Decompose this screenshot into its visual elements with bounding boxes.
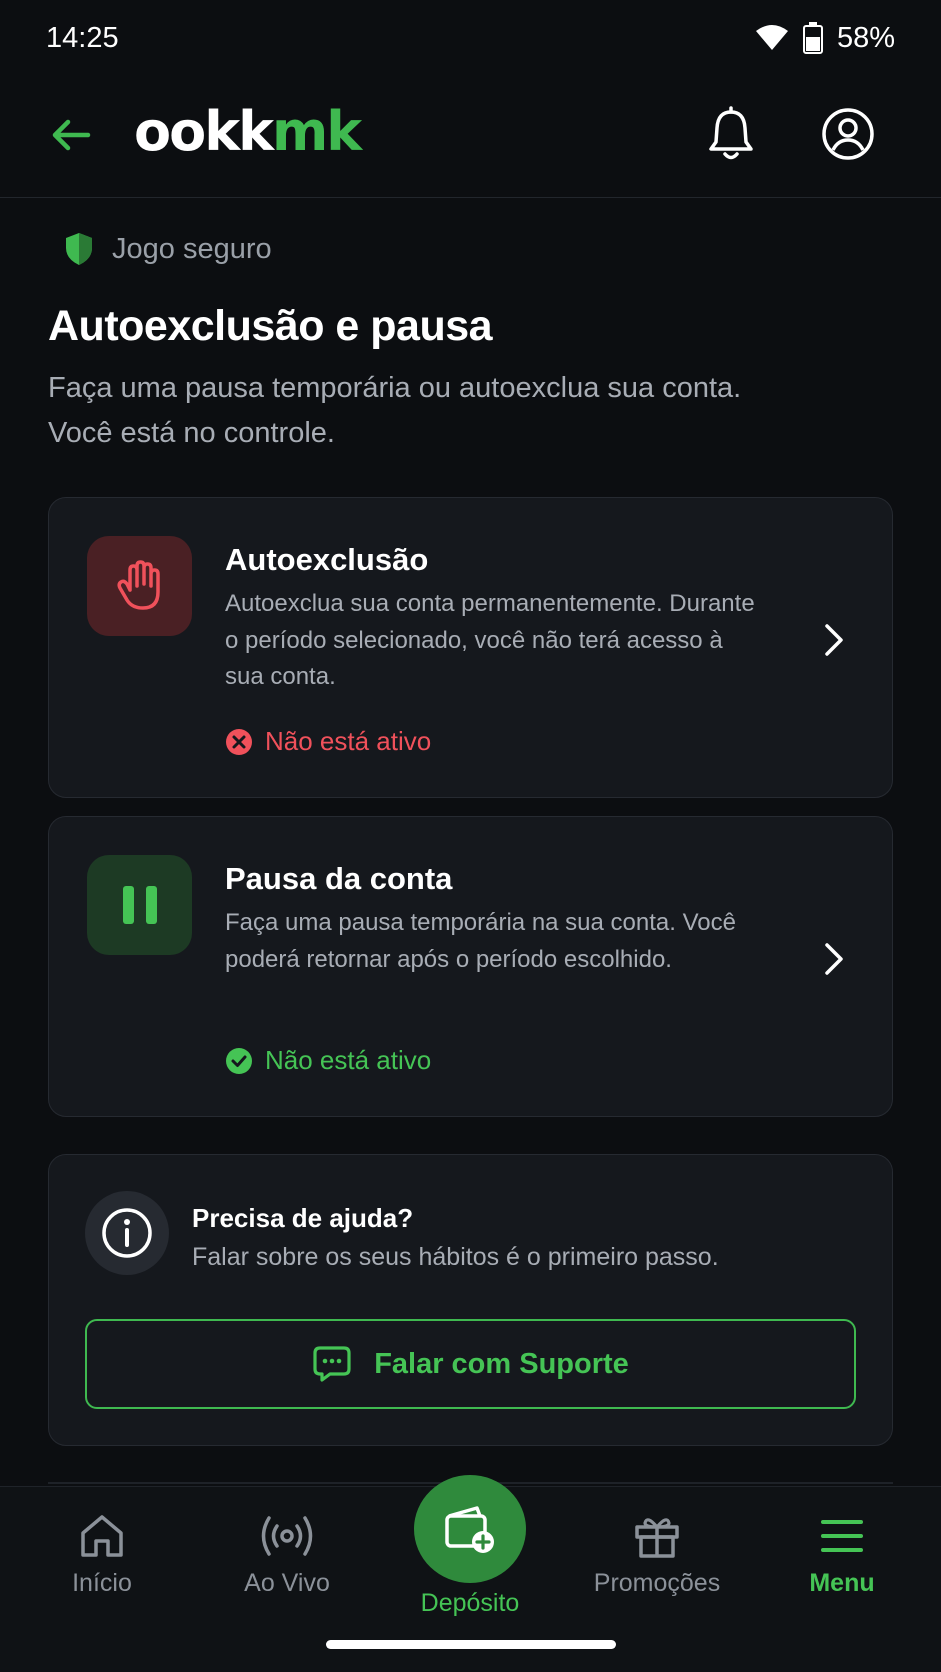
check-circle-icon (226, 1047, 252, 1074)
contact-support-button[interactable]: Falar com Suporte (85, 1319, 856, 1409)
home-icon (81, 1515, 123, 1557)
help-card: Precisa de ajuda? Falar sobre os seus há… (48, 1154, 893, 1446)
breadcrumb-label: Jogo seguro (112, 232, 272, 265)
account-pause-card[interactable]: Pausa da conta Faça uma pausa temporária… (48, 816, 893, 1117)
nav-item-live[interactable]: Ao Vivo (207, 1513, 367, 1598)
status-bar: 14:25 58% (0, 0, 941, 76)
x-circle-icon (226, 728, 252, 755)
help-text: Falar sobre os seus hábitos é o primeiro… (192, 1243, 719, 1271)
account-pause-status-label: Não está ativo (265, 1045, 432, 1075)
battery-percent: 58% (836, 21, 895, 54)
deposit-button[interactable] (414, 1475, 526, 1583)
battery-icon (802, 22, 823, 54)
chat-bubble-icon (313, 1346, 351, 1382)
gift-icon (635, 1518, 679, 1558)
help-title: Precisa de ajuda? (192, 1203, 414, 1233)
account-pause-description: Faça uma pausa temporária na sua conta. … (225, 909, 736, 973)
nav-label-live: Ao Vivo (244, 1569, 330, 1597)
hand-stop-icon (116, 560, 160, 610)
page-title: Autoexclusão e pausa (48, 302, 493, 350)
info-icon (102, 1208, 152, 1258)
menu-icon (821, 1520, 863, 1552)
logo-text-white: ookk (134, 100, 274, 163)
self-exclusion-title: Autoexclusão (225, 542, 429, 577)
brand-logo[interactable]: ookkmk (134, 100, 362, 163)
status-indicators: 58% (755, 22, 895, 55)
app-header: ookkmk (0, 76, 941, 198)
self-exclusion-card[interactable]: Autoexclusão Autoexclua sua conta perman… (48, 497, 893, 798)
nav-label-deposit: Depósito (420, 1589, 520, 1617)
page-subtitle: Faça uma pausa temporária ou autoexclua … (48, 372, 742, 449)
live-broadcast-icon (261, 1516, 313, 1556)
chevron-right-icon (825, 624, 843, 656)
wifi-icon (755, 25, 788, 50)
nav-item-promotions[interactable]: Promoções (577, 1513, 737, 1598)
nav-item-menu[interactable]: Menu (762, 1513, 922, 1598)
chevron-right-icon (825, 943, 843, 975)
wallet-add-icon (445, 1506, 494, 1553)
breadcrumb[interactable]: Jogo seguro (64, 232, 272, 266)
account-pause-title: Pausa da conta (225, 861, 453, 896)
contact-support-label: Falar com Suporte (374, 1347, 629, 1380)
home-indicator[interactable] (326, 1640, 616, 1649)
shield-icon (66, 233, 92, 265)
status-time: 14:25 (46, 21, 119, 54)
nav-item-deposit[interactable]: Depósito (400, 1475, 540, 1618)
account-pause-icon-box (87, 855, 192, 955)
pause-icon (122, 886, 157, 924)
back-arrow-icon[interactable] (48, 112, 94, 158)
nav-item-home[interactable]: Início (22, 1513, 182, 1598)
self-exclusion-status-label: Não está ativo (265, 726, 432, 756)
user-profile-icon[interactable] (820, 106, 876, 162)
nav-label-menu: Menu (809, 1569, 875, 1597)
nav-label-home: Início (72, 1569, 132, 1597)
self-exclusion-description: Autoexclua sua conta permanentemente. Du… (225, 590, 755, 690)
info-icon-box (85, 1191, 169, 1275)
logo-text-green: mk (272, 100, 362, 163)
account-pause-status: Não está ativo (225, 1045, 431, 1076)
nav-label-promotions: Promoções (593, 1569, 721, 1597)
notification-bell-icon[interactable] (706, 106, 756, 162)
self-exclusion-status: Não está ativo (225, 726, 431, 757)
self-exclusion-icon-box (87, 536, 192, 636)
